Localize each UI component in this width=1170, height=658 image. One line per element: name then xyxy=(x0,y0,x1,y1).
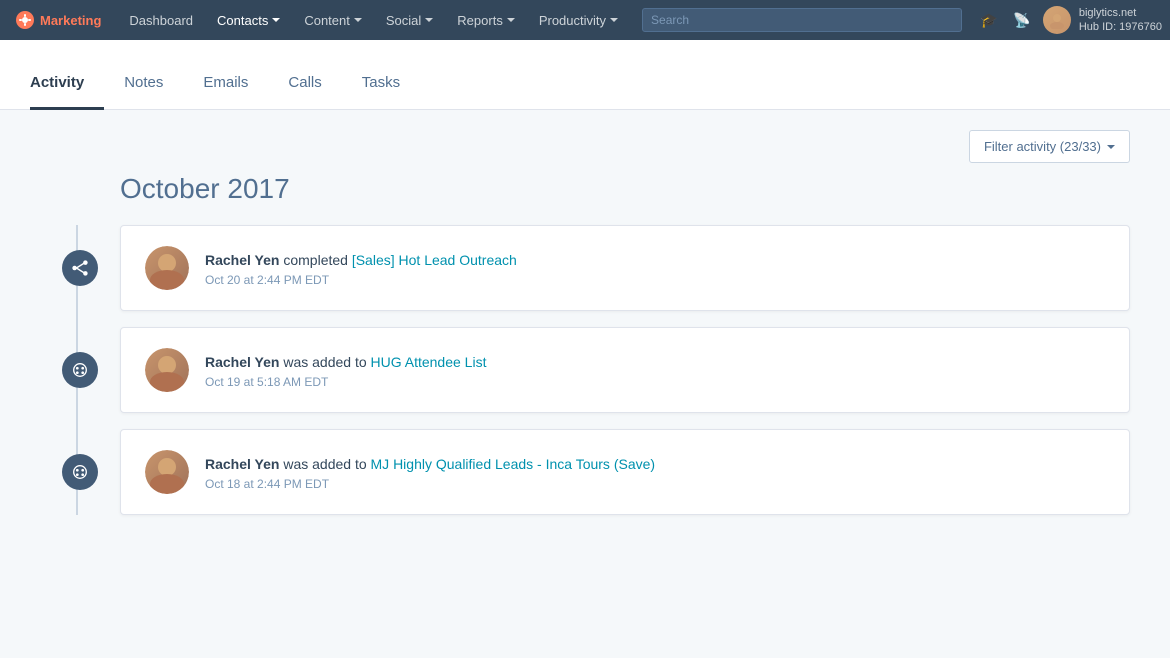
avatar xyxy=(145,246,189,290)
nav-item-content[interactable]: Content xyxy=(294,0,372,40)
tabs-bar: Activity Notes Emails Calls Tasks xyxy=(0,40,1170,110)
nav-item-productivity[interactable]: Productivity xyxy=(529,0,628,40)
tab-emails[interactable]: Emails xyxy=(183,58,268,110)
list-icon xyxy=(62,352,98,388)
timeline-section: Rachel Yen completed [Sales] Hot Lead Ou… xyxy=(40,225,1130,515)
timeline-container: October 2017 xyxy=(0,163,1170,551)
account-info: biglytics.net Hub ID: 1976760 xyxy=(1079,6,1162,35)
tab-notes[interactable]: Notes xyxy=(104,58,183,110)
tab-tasks[interactable]: Tasks xyxy=(342,58,420,110)
activity-title: Rachel Yen was added to MJ Highly Qualif… xyxy=(205,454,1105,475)
filter-chevron-icon xyxy=(1107,145,1115,149)
avatar xyxy=(145,450,189,494)
main-content: Filter activity (23/33) October 2017 xyxy=(0,110,1170,658)
user-avatar[interactable] xyxy=(1043,6,1071,34)
graduation-cap-icon[interactable]: 🎓 xyxy=(976,8,1001,33)
hubspot-sprocket-icon xyxy=(16,11,34,29)
activity-item: Rachel Yen was added to HUG Attendee Lis… xyxy=(120,327,1130,413)
activity-item: Rachel Yen completed [Sales] Hot Lead Ou… xyxy=(120,225,1130,311)
filter-activity-button[interactable]: Filter activity (23/33) xyxy=(969,130,1130,163)
tab-calls[interactable]: Calls xyxy=(268,58,341,110)
person-name: Rachel Yen xyxy=(205,456,279,472)
search-container xyxy=(642,8,962,32)
person-name: Rachel Yen xyxy=(205,252,279,268)
nav-item-dashboard[interactable]: Dashboard xyxy=(119,0,203,40)
filter-bar: Filter activity (23/33) xyxy=(0,110,1170,163)
activity-link[interactable]: MJ Highly Qualified Leads - Inca Tours (… xyxy=(371,456,656,472)
activity-card: Rachel Yen was added to HUG Attendee Lis… xyxy=(120,327,1130,413)
search-input[interactable] xyxy=(642,8,962,32)
month-header: October 2017 xyxy=(120,173,1130,205)
filter-label: Filter activity (23/33) xyxy=(984,139,1101,154)
contacts-caret-icon xyxy=(272,18,280,22)
activity-timestamp: Oct 19 at 5:18 AM EDT xyxy=(205,375,1105,389)
activity-link[interactable]: HUG Attendee List xyxy=(371,354,487,370)
top-navigation: Marketing Dashboard Contacts Content Soc… xyxy=(0,0,1170,40)
activity-text: Rachel Yen completed [Sales] Hot Lead Ou… xyxy=(205,250,1105,287)
activity-title: Rachel Yen completed [Sales] Hot Lead Ou… xyxy=(205,250,1105,271)
logo-label: Marketing xyxy=(40,13,101,28)
activity-timestamp: Oct 18 at 2:44 PM EDT xyxy=(205,477,1105,491)
activity-card: Rachel Yen was added to MJ Highly Qualif… xyxy=(120,429,1130,515)
nav-item-contacts[interactable]: Contacts xyxy=(207,0,290,40)
social-caret-icon xyxy=(425,18,433,22)
account-name: biglytics.net xyxy=(1079,6,1162,20)
avatar xyxy=(145,348,189,392)
content-caret-icon xyxy=(354,18,362,22)
activity-link[interactable]: [Sales] Hot Lead Outreach xyxy=(352,252,517,268)
activity-text: Rachel Yen was added to MJ Highly Qualif… xyxy=(205,454,1105,491)
nav-right-actions: 🎓 📡 biglytics.net Hub ID: 1976760 xyxy=(976,6,1162,35)
activity-title: Rachel Yen was added to HUG Attendee Lis… xyxy=(205,352,1105,373)
nav-item-social[interactable]: Social xyxy=(376,0,443,40)
list-icon xyxy=(62,454,98,490)
reports-caret-icon xyxy=(507,18,515,22)
notifications-icon[interactable]: 📡 xyxy=(1009,8,1034,33)
hub-id: Hub ID: 1976760 xyxy=(1079,20,1162,34)
workflow-icon xyxy=(62,250,98,286)
tab-activity[interactable]: Activity xyxy=(30,58,104,110)
nav-item-reports[interactable]: Reports xyxy=(447,0,525,40)
activity-card: Rachel Yen completed [Sales] Hot Lead Ou… xyxy=(120,225,1130,311)
productivity-caret-icon xyxy=(610,18,618,22)
activity-text: Rachel Yen was added to HUG Attendee Lis… xyxy=(205,352,1105,389)
marketing-logo[interactable]: Marketing xyxy=(8,11,115,29)
activity-timestamp: Oct 20 at 2:44 PM EDT xyxy=(205,273,1105,287)
activity-item: Rachel Yen was added to MJ Highly Qualif… xyxy=(120,429,1130,515)
person-name: Rachel Yen xyxy=(205,354,279,370)
